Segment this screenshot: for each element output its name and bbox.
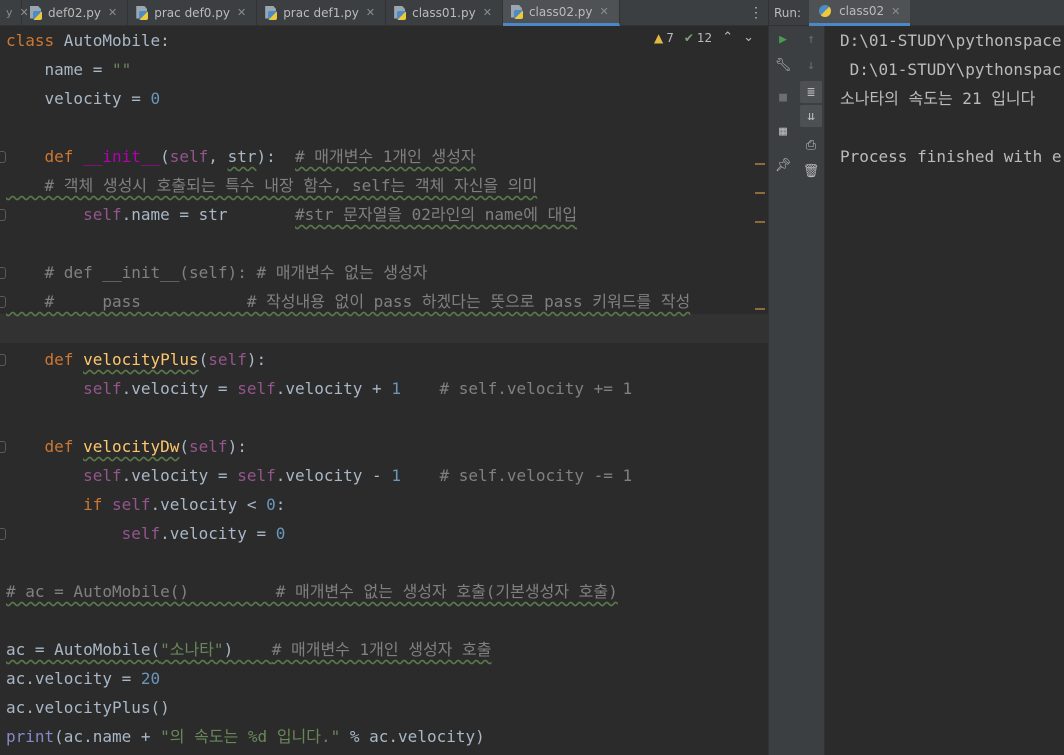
warning-count[interactable]: ▲ 7 [654, 31, 674, 45]
scroll-to-end-icon[interactable]: ⇊ [800, 105, 822, 127]
code-line: name = "" [6, 60, 132, 79]
code-line: ac = AutoMobile("소나타") # 매개변수 1개인 생성자 호출 [6, 640, 492, 659]
close-icon[interactable]: ✕ [483, 6, 492, 19]
run-panel-header: Run: class02 ✕ [769, 0, 1064, 26]
close-icon[interactable]: ✕ [366, 6, 375, 19]
run-toolbar: ▶ ↑ 🔧︎ ↓ ■ ≣ ⇊ ▦ ⎙ 🗑︎ 📌︎ [769, 26, 825, 755]
code-line: self.velocity = 0 [6, 524, 286, 543]
trash-icon[interactable]: 🗑︎ [800, 160, 822, 182]
more-tabs-icon[interactable]: ⋮ [744, 0, 768, 25]
print-icon[interactable]: ⎙ [800, 134, 822, 156]
editor-tab-prac-def1[interactable]: prac def1.py ✕ [257, 0, 387, 25]
console-line: Process finished with e [840, 147, 1062, 166]
run-console[interactable]: D:\01-STUDY\pythonspace D:\01-STUDY\pyth… [826, 26, 1064, 755]
tab-label: prac def1.py [283, 5, 359, 20]
soft-wrap-icon[interactable]: ≣ [800, 81, 822, 103]
editor-tab-class02[interactable]: class02.py ✕ [502, 0, 620, 26]
weak-warning-count[interactable]: ✔ 12 [684, 31, 712, 45]
code-line: self.velocity = self.velocity + 1 # self… [6, 379, 633, 398]
editor-tab-bar: y ✕ def02.py ✕ prac def0.py ✕ prac def1.p… [0, 0, 768, 26]
python-file-icon [819, 4, 833, 18]
code-line: def velocityPlus(self): [6, 350, 267, 369]
python-file-icon [136, 5, 149, 20]
close-icon[interactable]: ✕ [891, 5, 900, 18]
stop-icon[interactable]: ■ [772, 86, 794, 108]
layout-icon[interactable]: ▦ [772, 120, 794, 142]
python-file-icon [394, 5, 407, 20]
code-line: self.velocity = self.velocity - 1 # self… [6, 466, 633, 485]
scroll-marker[interactable] [755, 192, 765, 194]
chevron-down-icon[interactable]: ⌄ [743, 30, 754, 45]
chevron-up-icon[interactable]: ⌃ [722, 30, 733, 45]
code-editor[interactable]: ▲ 7 ✔ 12 ⌃ ⌄ class AutoMobile: name = "" v… [0, 26, 768, 755]
inspection-widget[interactable]: ▲ 7 ✔ 12 ⌃ ⌄ [654, 30, 754, 45]
console-line: 소나타의 속도는 21 입니다 [840, 89, 1036, 108]
python-file-icon [265, 5, 278, 20]
tab-label: prac def0.py [154, 5, 230, 20]
rerun-icon[interactable]: ▶ [772, 28, 794, 50]
editor-tab-overflow[interactable]: y ✕ [0, 0, 29, 25]
run-label: Run: [774, 5, 802, 20]
pin-icon[interactable]: 📌︎ [772, 154, 794, 176]
code-line: # pass # 작성내용 없이 pass 하겠다는 뜻으로 pass 키워드를… [6, 292, 691, 311]
code-line: def __init__(self, str): # 매개변수 1개인 생성자 [6, 147, 476, 166]
code-line: def velocityDw(self): [6, 437, 247, 456]
code-line: print(ac.name + "의 속도는 %d 입니다." % ac.vel… [6, 727, 485, 746]
editor-tab-def02[interactable]: def02.py ✕ [22, 0, 129, 25]
code-line: class AutoMobile: [6, 31, 170, 50]
arrow-up-icon[interactable]: ↑ [800, 28, 822, 50]
close-icon[interactable]: ✕ [237, 6, 246, 19]
wrench-icon[interactable]: 🔧︎ [772, 54, 794, 76]
arrow-down-icon[interactable]: ↓ [800, 54, 822, 76]
python-file-icon [30, 5, 42, 20]
tab-label: class01.py [412, 5, 476, 20]
code-line: if self.velocity < 0: [6, 495, 286, 514]
tab-label: def02.py [48, 5, 102, 20]
run-tab-class02[interactable]: class02 ✕ [809, 0, 911, 26]
run-tab-label: class02 [839, 4, 885, 18]
check-icon: ✔ [683, 30, 694, 45]
code-line: ac.velocityPlus() [6, 698, 170, 717]
code-line: # def __init__(self): # 매개변수 없는 생성자 [6, 263, 428, 282]
python-file-icon [510, 4, 523, 19]
close-icon[interactable]: ✕ [108, 6, 117, 19]
editor-tab-prac-def0[interactable]: prac def0.py ✕ [128, 0, 258, 25]
scroll-marker[interactable] [755, 308, 765, 310]
scroll-marker[interactable] [755, 163, 765, 165]
caret-row-highlight [0, 314, 768, 343]
code-line: self.name = str #str 문자열을 02라인의 name에 대입 [6, 205, 578, 224]
code-line: velocity = 0 [6, 89, 161, 108]
code-line: # ac = AutoMobile() # 매개변수 없는 생성자 호출(기본생… [6, 582, 618, 601]
code-line: # 객체 생성시 호출되는 특수 내장 함수, self는 객체 자신을 의미 [6, 176, 538, 195]
scroll-marker[interactable] [755, 221, 765, 223]
close-icon[interactable]: ✕ [600, 5, 609, 18]
code-line: ac.velocity = 20 [6, 669, 161, 688]
console-line: D:\01-STUDY\pythonspac [840, 60, 1062, 79]
editor-tab-class01[interactable]: class01.py ✕ [386, 0, 503, 25]
tab-label: class02.py [528, 4, 593, 19]
warning-icon: ▲ [653, 30, 664, 45]
console-line: D:\01-STUDY\pythonspace [840, 31, 1062, 50]
